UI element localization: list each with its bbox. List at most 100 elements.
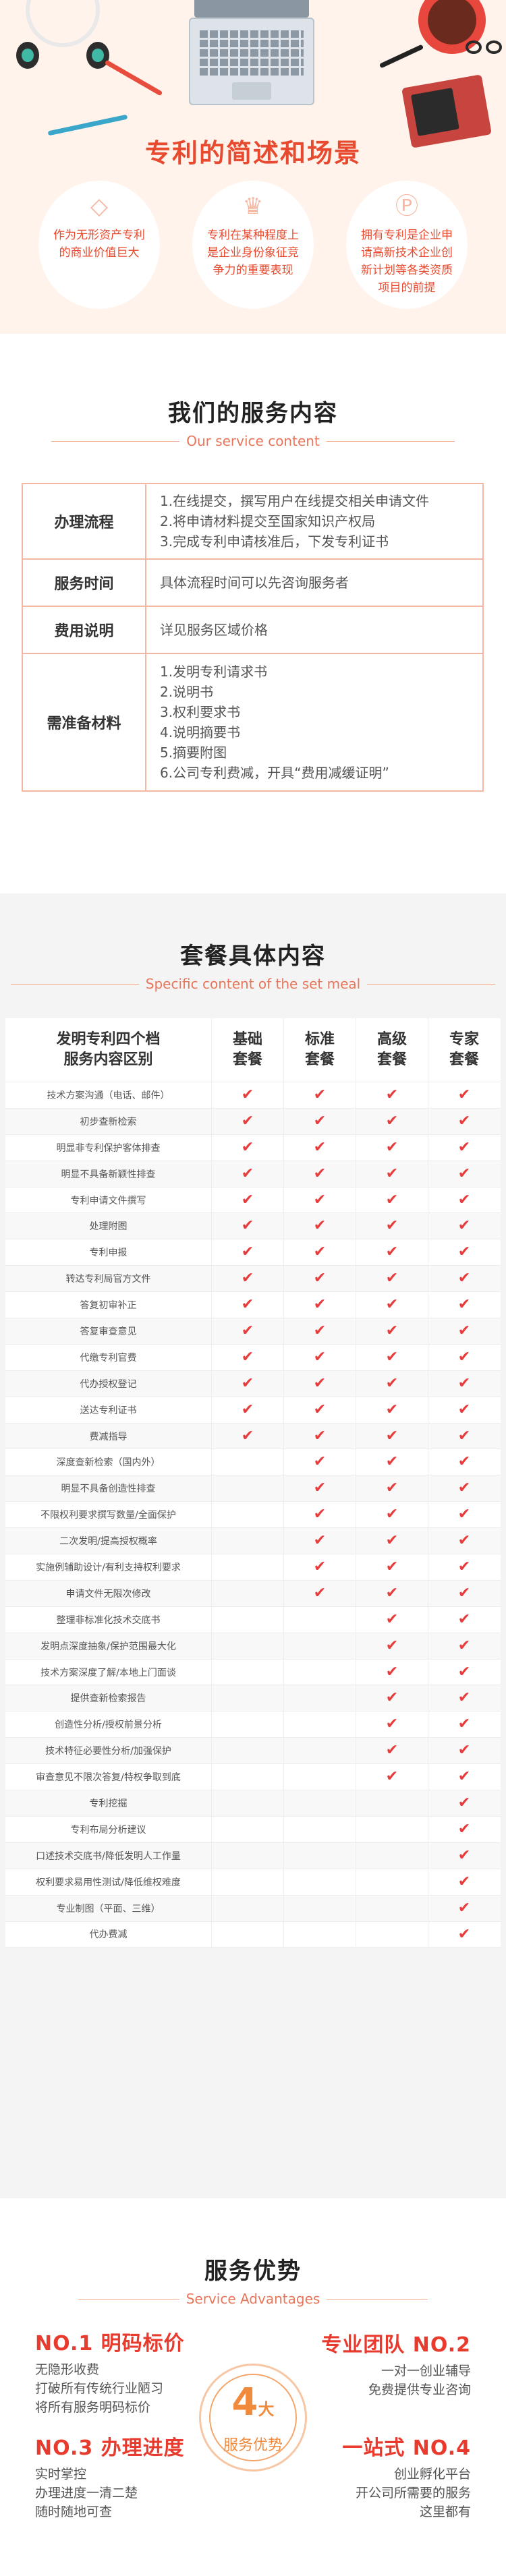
service-item-name: 专利挖掘: [5, 1796, 211, 1810]
check-icon: ✔: [356, 1397, 428, 1423]
advantage-line: 实时掌控: [35, 2465, 237, 2484]
header-service-column: 发明专利四个档服务内容区别: [5, 1018, 211, 1082]
row-line: 详见服务区域价格: [160, 620, 469, 640]
package-heading: 套餐具体内容 Specific content of the set meal: [0, 937, 506, 992]
check-icon: ✔: [428, 1213, 500, 1239]
service-item-name: 实施例辅助设计/有利支持权利要求: [5, 1560, 211, 1574]
advantage-line: 无隐形收费: [35, 2360, 237, 2379]
check-icon: ✔: [428, 1869, 500, 1895]
check-icon: ✔: [356, 1109, 428, 1134]
service-table: 办理流程 1.在线提交，撰写用户在线提交相关申请文件 2.将申请材料提交至国家知…: [22, 483, 484, 792]
advantage-item: NO.3 办理进度 实时掌控 办理进度一清二楚 随时随地可查: [35, 2431, 237, 2521]
check-icon: ✔: [211, 1424, 283, 1449]
row-line: 3.完成专利申请核准后，下发专利证书: [160, 531, 469, 552]
check-icon: ✔: [283, 1371, 356, 1397]
table-row: 代办授权登记✔✔✔✔: [5, 1371, 501, 1397]
advantage-title: NO.1 明码标价: [35, 2326, 237, 2356]
advantage-line: 将所有服务明码标价: [35, 2398, 237, 2417]
row-label: 办理流程: [22, 484, 146, 559]
row-value: 详见服务区域价格: [146, 606, 483, 653]
table-row: 技术方案深度了解/本地上门面谈✔✔: [5, 1660, 501, 1686]
check-icon: ✔: [211, 1266, 283, 1291]
section-subtitle: Our service content: [179, 433, 327, 449]
pen-icon: [105, 59, 163, 96]
check-icon: ✔: [428, 1502, 500, 1527]
empty-cell: [283, 1790, 356, 1816]
advantage-line: 开公司所需要的服务: [290, 2484, 471, 2502]
table-row: 专利申请文件撰写✔✔✔✔: [5, 1188, 501, 1214]
empty-cell: [211, 1790, 283, 1816]
check-icon: ✔: [428, 1475, 500, 1501]
check-icon: ✔: [283, 1528, 356, 1554]
table-row: 代办费减✔: [5, 1922, 501, 1948]
service-heading: 我们的服务内容 Our service content: [0, 394, 506, 449]
empty-cell: [211, 1738, 283, 1763]
service-item-name: 技术特征必要性分析/加强保护: [5, 1744, 211, 1757]
header-tier-basic: 基础套餐: [211, 1018, 283, 1082]
patent-p-icon: Ⓟ: [393, 193, 420, 220]
empty-cell: [211, 1633, 283, 1659]
service-item-name: 初步查新检索: [5, 1115, 211, 1128]
row-label: 费用说明: [22, 606, 146, 653]
check-icon: ✔: [356, 1266, 428, 1291]
check-icon: ✔: [428, 1424, 500, 1449]
row-label: 服务时间: [22, 559, 146, 606]
check-icon: ✔: [356, 1660, 428, 1685]
hero-badge: ♛ 专利在某种程度上是企业身份象征竞争力的重要表现: [192, 181, 314, 309]
empty-cell: [211, 1475, 283, 1501]
table-row: 需准备材料 1.发明专利请求书 2.说明书 3.权利要求书 4.说明摘要书 5.…: [22, 653, 483, 791]
empty-cell: [356, 1817, 428, 1842]
empty-cell: [211, 1581, 283, 1606]
check-icon: ✔: [211, 1188, 283, 1213]
advantage-title: NO.3 办理进度: [35, 2431, 237, 2461]
empty-cell: [283, 1896, 356, 1921]
check-icon: ✔: [428, 1607, 500, 1633]
check-icon: ✔: [428, 1082, 500, 1108]
table-row: 专利申报✔✔✔✔: [5, 1239, 501, 1266]
check-icon: ✔: [283, 1266, 356, 1291]
header-tier-standard: 标准套餐: [283, 1018, 356, 1082]
glasses-icon: [466, 40, 506, 57]
empty-cell: [211, 1528, 283, 1554]
row-line: 1.发明专利请求书: [160, 662, 469, 682]
table-row: 转达专利局官方文件✔✔✔✔: [5, 1266, 501, 1292]
check-icon: ✔: [356, 1213, 428, 1239]
header-tier-advanced: 高级套餐: [356, 1018, 428, 1082]
advantage-title: 专业团队 NO.2: [290, 2328, 471, 2358]
advantage-item: NO.1 明码标价 无隐形收费 打破所有传统行业陋习 将所有服务明码标价: [35, 2326, 237, 2417]
empty-cell: [283, 1685, 356, 1711]
advantage-desc: 一对一创业辅导 免费提供专业咨询: [290, 2362, 471, 2399]
service-item-name: 技术方案深度了解/本地上门面谈: [5, 1666, 211, 1679]
check-icon: ✔: [356, 1082, 428, 1108]
table-row: 技术特征必要性分析/加强保护✔✔: [5, 1738, 501, 1764]
check-icon: ✔: [356, 1161, 428, 1187]
check-icon: ✔: [283, 1502, 356, 1527]
empty-cell: [211, 1711, 283, 1737]
empty-cell: [211, 1502, 283, 1527]
check-icon: ✔: [428, 1135, 500, 1161]
check-icon: ✔: [283, 1345, 356, 1370]
check-icon: ✔: [283, 1161, 356, 1187]
empty-cell: [211, 1764, 283, 1790]
table-row: 费用说明 详见服务区域价格: [22, 606, 483, 653]
hero-badge-text: 作为无形资产专利的商业价值巨大: [48, 227, 150, 262]
empty-cell: [283, 1869, 356, 1895]
check-icon: ✔: [428, 1922, 500, 1948]
check-icon: ✔: [356, 1371, 428, 1397]
check-icon: ✔: [283, 1239, 356, 1265]
empty-cell: [283, 1922, 356, 1948]
package-section: 套餐具体内容 Specific content of the set meal …: [0, 894, 506, 2198]
service-item-name: 技术方案沟通（电话、邮件）: [5, 1088, 211, 1102]
empty-cell: [211, 1817, 283, 1842]
service-item-name: 费减指导: [5, 1430, 211, 1443]
row-value: 1.发明专利请求书 2.说明书 3.权利要求书 4.说明摘要书 5.摘要附图 6…: [146, 653, 483, 791]
hero-section: 专利的简述和场景 ◇ 作为无形资产专利的商业价值巨大 ♛ 专利在某种程度上是企业…: [0, 0, 506, 334]
check-icon: ✔: [356, 1685, 428, 1711]
empty-cell: [211, 1554, 283, 1580]
service-item-name: 提供查新检索报告: [5, 1691, 211, 1705]
service-item-name: 专利申报: [5, 1246, 211, 1259]
empty-cell: [356, 1869, 428, 1895]
table-row: 明显不具备新颖性排查✔✔✔✔: [5, 1161, 501, 1188]
table-row: 整理非标准化技术交底书✔✔: [5, 1607, 501, 1633]
advantage-line: 免费提供专业咨询: [290, 2380, 471, 2399]
